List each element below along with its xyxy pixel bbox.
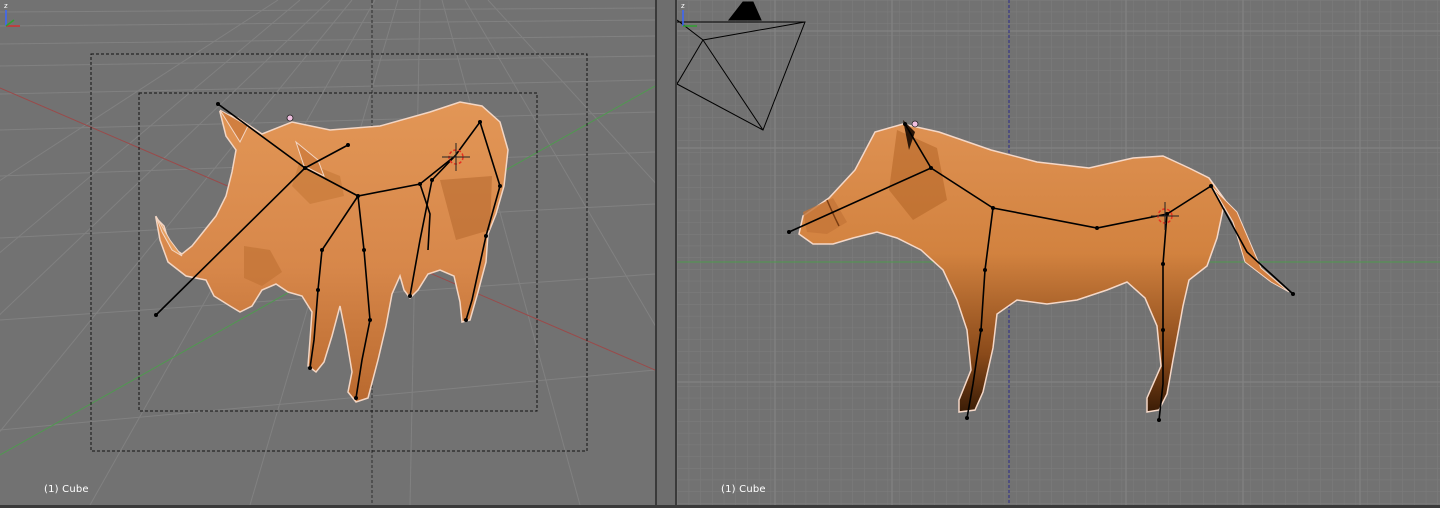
viewport-gap (657, 0, 677, 508)
blender-window: z (1) Cube z (1) Cube (0, 0, 1440, 508)
object-origin[interactable] (286, 114, 294, 122)
axis-gizmo-side-icon: z (681, 2, 697, 27)
object-origin-side[interactable] (911, 120, 919, 128)
perspective-canvas (0, 0, 655, 505)
gizmo-side-z-label: z (681, 2, 685, 10)
viewport-side[interactable]: z (1) Cube (677, 0, 1440, 505)
viewport-perspective[interactable]: z (1) Cube (0, 0, 655, 505)
axis-gizmo-icon: z (4, 2, 20, 27)
gizmo-z-label: z (4, 2, 8, 10)
viewport-side-object-label: (1) Cube (721, 484, 766, 495)
warthog-mesh[interactable] (154, 101, 509, 403)
side-canvas (677, 0, 1440, 505)
viewport-object-label: (1) Cube (44, 484, 89, 495)
